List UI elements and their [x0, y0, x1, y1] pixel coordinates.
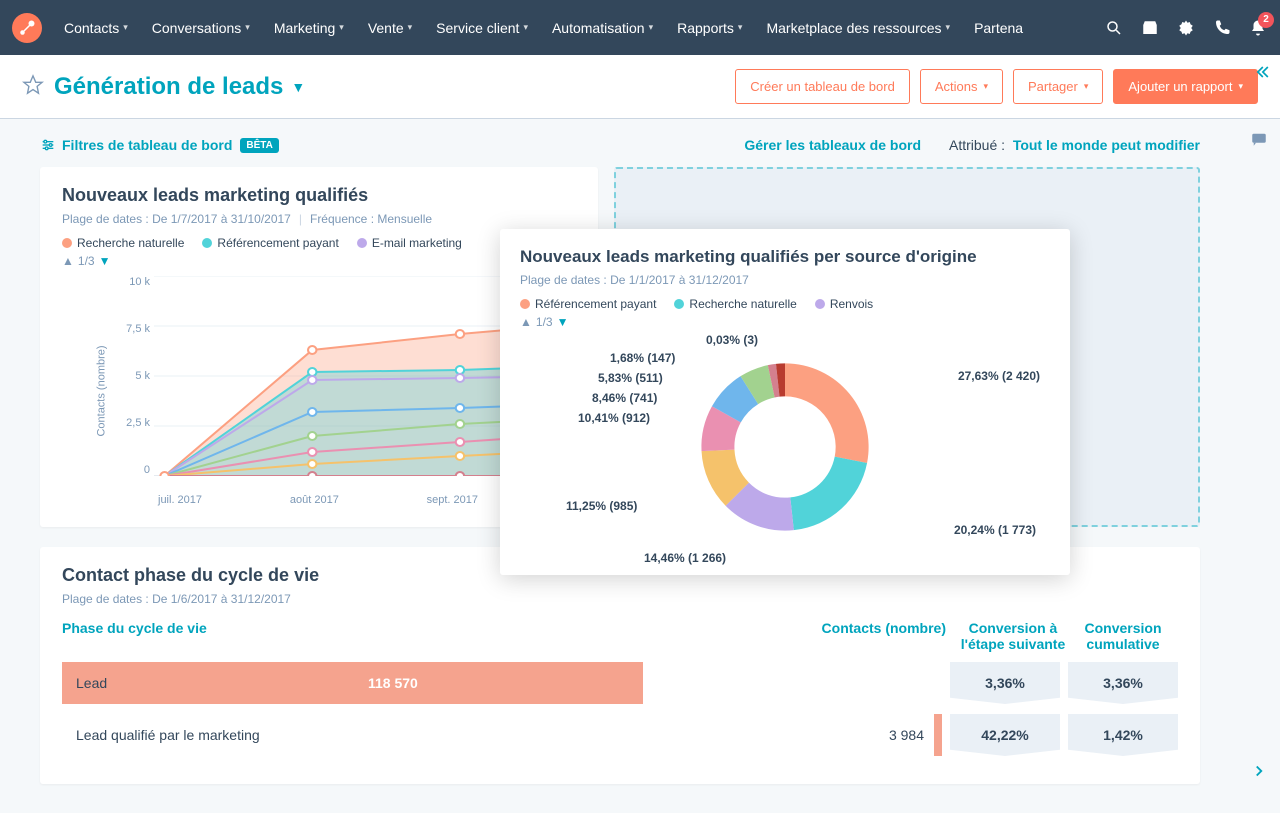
pager-next-icon[interactable]: ▼ [557, 315, 569, 329]
lifecycle-row: 118 570 Lead 3,36% 3,36% [62, 662, 1178, 704]
sidebar-collapse-icon[interactable] [1252, 62, 1272, 85]
sidebar-expand-icon[interactable] [1250, 762, 1268, 783]
nav-automatisation[interactable]: Automatisation▾ [542, 0, 663, 55]
donut-chart-meta: Plage de dates : De 1/1/2017 à 31/12/201… [520, 273, 1050, 287]
gear-icon[interactable] [1176, 18, 1196, 38]
dashboard-title[interactable]: Génération de leads ▼ [54, 73, 305, 101]
conversion-cell: 42,22% [950, 714, 1060, 756]
conversion-cumulative-cell: 1,42% [1068, 714, 1178, 756]
donut-chart-title: Nouveaux leads marketing qualifiés per s… [520, 247, 1050, 267]
line-chart-legend: Recherche naturelle Référencement payant… [62, 236, 576, 250]
conversion-cumulative-cell: 3,36% [1068, 662, 1178, 704]
donut-chart-card[interactable]: Nouveaux leads marketing qualifiés per s… [500, 229, 1070, 575]
dashboard-filters-link[interactable]: Filtres de tableau de bord [40, 137, 232, 153]
hubspot-logo[interactable] [12, 13, 42, 43]
dashboard-content: Filtres de tableau de bord BÊTA Gérer le… [0, 119, 1240, 802]
beta-badge: BÊTA [240, 138, 278, 153]
pager-prev-icon[interactable]: ▲ [520, 315, 532, 329]
line-chart-pager: ▲ 1/3 ▼ [62, 254, 576, 268]
nav-marketplace[interactable]: Marketplace des ressources▾ [756, 0, 960, 55]
lifecycle-table-header: Phase du cycle de vie Contacts (nombre) … [62, 620, 1178, 652]
nav-conversations[interactable]: Conversations▾ [142, 0, 260, 55]
phone-icon[interactable] [1212, 18, 1232, 38]
create-dashboard-button[interactable]: Créer un tableau de bord [735, 69, 910, 104]
page-header: Génération de leads ▼ Créer un tableau d… [0, 55, 1280, 119]
nav-rapports[interactable]: Rapports▾ [667, 0, 752, 55]
line-chart-area: Contacts (nombre) 10 k 7,5 k 5 k 2,5 k 0 [62, 276, 576, 506]
lifecycle-card: Contact phase du cycle de vie Plage de d… [40, 547, 1200, 784]
assigned-label: Attribué : Tout le monde peut modifier [949, 137, 1200, 153]
actions-button[interactable]: Actions▾ [920, 69, 1003, 104]
top-nav: Contacts▾ Conversations▾ Marketing▾ Vent… [0, 0, 1280, 55]
donut-chart-legend: Référencement payant Recherche naturelle… [520, 297, 1050, 311]
marketplace-icon[interactable] [1140, 18, 1160, 38]
donut-chart-pager: ▲ 1/3 ▼ [520, 315, 1050, 329]
notification-badge: 2 [1258, 12, 1274, 28]
lifecycle-meta: Plage de dates : De 1/6/2017 à 31/12/201… [62, 592, 1178, 606]
manage-dashboards-link[interactable]: Gérer les tableaux de bord [744, 137, 921, 153]
search-icon[interactable] [1104, 18, 1124, 38]
chat-icon[interactable] [1250, 130, 1268, 151]
add-report-button[interactable]: Ajouter un rapport▾ [1113, 69, 1258, 104]
nav-vente[interactable]: Vente▾ [358, 0, 422, 55]
nav-service[interactable]: Service client▾ [426, 0, 538, 55]
line-chart-title: Nouveaux leads marketing qualifiés [62, 185, 576, 206]
bell-icon[interactable]: 2 [1248, 18, 1268, 38]
conversion-cell: 3,36% [950, 662, 1060, 704]
lifecycle-bar: Lead qualifié par le marketing 3 984 [62, 714, 942, 756]
filters-row: Filtres de tableau de bord BÊTA Gérer le… [40, 137, 1200, 153]
share-button[interactable]: Partager▾ [1013, 69, 1103, 104]
pager-next-icon[interactable]: ▼ [99, 254, 111, 268]
line-chart-meta: Plage de dates : De 1/7/2017 à 31/10/201… [62, 212, 576, 226]
dashboard-row-1: Nouveaux leads marketing qualifiés Plage… [40, 167, 1200, 527]
lifecycle-bar: 118 570 Lead [62, 662, 942, 704]
pager-prev-icon[interactable]: ▲ [62, 254, 74, 268]
assigned-value[interactable]: Tout le monde peut modifier [1013, 137, 1200, 153]
donut-chart-area: 0,03% (3) 1,68% (147) 5,83% (511) 8,46% … [520, 337, 1050, 557]
lifecycle-row: Lead qualifié par le marketing 3 984 42,… [62, 714, 1178, 756]
nav-partenaires[interactable]: Partena [964, 0, 1033, 55]
nav-marketing[interactable]: Marketing▾ [264, 0, 354, 55]
nav-contacts[interactable]: Contacts▾ [54, 0, 138, 55]
title-caret-icon: ▼ [291, 79, 305, 95]
star-icon[interactable] [22, 74, 44, 99]
